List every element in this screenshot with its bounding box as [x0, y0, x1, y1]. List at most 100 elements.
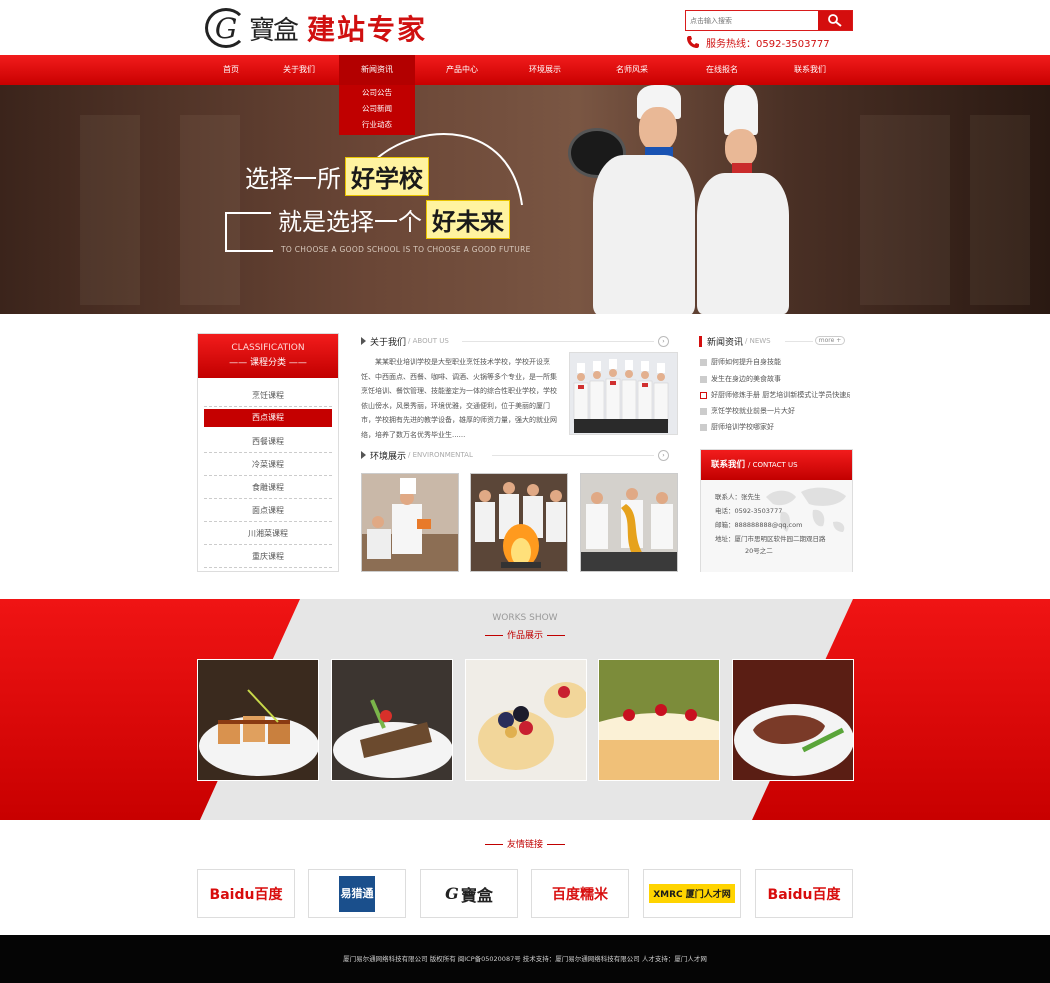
banner-slogan-1: 选择一所 好学校 [245, 157, 429, 196]
sidebar-title-en: CLASSIFICATION [231, 343, 305, 353]
bg-shelf [970, 115, 1030, 305]
news-more-label: more [818, 337, 835, 344]
logo[interactable]: G 寶盒 建站专家 [205, 6, 450, 50]
header: G 寶盒 建站专家 服务热线：0592-3503777 [0, 0, 1050, 55]
sidebar-header: CLASSIFICATION —— 课程分类 —— [198, 334, 338, 378]
nav-item-contact[interactable]: 联系我们 [778, 55, 842, 85]
title-marker [699, 335, 702, 347]
link-baohe[interactable]: G 寶盒 [420, 869, 518, 918]
banner-bracket [225, 250, 273, 252]
env-photo-1[interactable] [361, 473, 459, 572]
env-title-en: / ENVIRONMENTAL [408, 451, 473, 459]
sidebar-item-noodle[interactable]: 面点课程 [204, 499, 332, 522]
baohe-g-mark: G [445, 884, 459, 903]
news-item[interactable]: 烹饪学校就业前景一片大好 [700, 404, 850, 418]
nav-item-environment[interactable]: 环境展示 [513, 55, 577, 85]
news-title-en: / NEWS [745, 337, 771, 345]
nav-item-news[interactable]: 新闻资讯 [339, 55, 415, 85]
divider [492, 455, 654, 456]
works-title-en: WORKS SHOW [492, 613, 558, 623]
works-title-cn-text: 作品展示 [506, 631, 543, 641]
footer: 厦门易尔通网络科技有限公司 版权所有 闽ICP备05020087号 技术支持：厦… [0, 935, 1050, 983]
divider [462, 341, 654, 342]
contact-title: 联系我们 [711, 460, 746, 470]
banner-slogan-1-highlight: 好学校 [345, 157, 429, 196]
course-sidebar: CLASSIFICATION —— 课程分类 —— 烹饪课程 西点课程 西餐课程… [197, 333, 339, 572]
work-photo-2[interactable] [331, 659, 453, 781]
banner-slogan-2: 就是选择一个 好未来 [278, 200, 510, 239]
divider [785, 341, 813, 342]
baohe-logo: 寶盒 [460, 885, 493, 905]
contact-address: 地址：厦门市思明区软件园二期观日路 [715, 535, 826, 543]
nav-item-signup[interactable]: 在线报名 [690, 55, 754, 85]
more-arrow-icon[interactable]: › [658, 336, 669, 347]
sidebar-item-sichuan-hunan[interactable]: 川湘菜课程 [204, 522, 332, 545]
contact-box: 联系我们 / CONTACT US 联系人：张先生 电话：0592-350377… [700, 449, 853, 572]
xmrc-logo: XMRC 厦门人才网 [649, 884, 735, 903]
sidebar-item-cold-dish[interactable]: 冷菜课程 [204, 453, 332, 476]
link-xmrc[interactable]: XMRC 厦门人才网 [643, 869, 741, 918]
sidebar-item-cooking[interactable]: 烹饪课程 [204, 384, 332, 407]
bullet-icon [700, 391, 707, 399]
env-section-title: 环境展示 / ENVIRONMENTAL [361, 447, 473, 463]
news-item-title: 厨师如何提升自身技能 [711, 358, 781, 366]
news-dropdown-menu: 公司公告 公司新闻 行业动态 [339, 85, 415, 135]
about-text: 某某职业培训学校是大型职业烹饪技术学校，学校开设烹饪、中西面点、西餐、咖啡、调酒… [361, 358, 557, 439]
works-title-cn: 作品展示 [0, 628, 1050, 641]
page: G 寶盒 建站专家 服务热线：0592-3503777 首页 关于我们 新闻资讯… [0, 0, 1050, 983]
news-item-title: 烹饪学校就业前景一片大好 [711, 407, 795, 415]
link-baidu-2[interactable]: Baidu百度 [755, 869, 853, 918]
nav-item-home[interactable]: 首页 [205, 55, 257, 85]
news-item[interactable]: 厨师培训学校哪家好 [700, 420, 850, 434]
dropdown-item-announcement[interactable]: 公司公告 [339, 85, 415, 101]
news-more-button[interactable]: more + [815, 336, 845, 345]
bg-shelf [80, 115, 140, 305]
baidu-logo: Baidu百度 [767, 886, 841, 903]
yiertong-logo: 易猎通 [339, 875, 375, 912]
sidebar-item-western[interactable]: 西餐课程 [204, 430, 332, 453]
env-photo-2[interactable] [470, 473, 568, 572]
search-input[interactable] [686, 11, 819, 30]
dropdown-item-industry[interactable]: 行业动态 [339, 117, 415, 133]
work-photo-5[interactable] [732, 659, 854, 781]
link-baidu-1[interactable]: Baidu百度 [197, 869, 295, 918]
links-title: 友情链接 [0, 837, 1050, 850]
chef-male-illustration [585, 85, 695, 314]
hotline-text: 服务热线：0592-3503777 [706, 38, 830, 50]
work-photo-1[interactable] [197, 659, 319, 781]
news-item[interactable]: 厨师如何提升自身技能 [700, 355, 850, 369]
env-photo-3[interactable] [580, 473, 678, 572]
news-item[interactable]: 好厨师修炼手册 厨艺培训新模式让学员快速成长 [700, 388, 850, 402]
work-photo-4[interactable] [598, 659, 720, 781]
link-yiertong[interactable]: 易猎通 [308, 869, 406, 918]
nav-item-teachers[interactable]: 名师风采 [600, 55, 664, 85]
link-nuomi[interactable]: 百度糯米 [531, 869, 629, 918]
sidebar-item-carving[interactable]: 食雕课程 [204, 476, 332, 499]
sidebar-item-pastry[interactable]: 西点课程 [204, 409, 332, 427]
hero-banner[interactable]: 选择一所 好学校 就是选择一个 好未来 TO CHOOSE A GOOD SCH… [0, 85, 1050, 314]
news-item[interactable]: 发生在身边的美食故事 [700, 372, 850, 386]
nav-item-products[interactable]: 产品中心 [430, 55, 494, 85]
bullet-icon [700, 358, 707, 366]
sidebar-title-cn: —— 课程分类 —— [229, 358, 307, 368]
team-photo [569, 352, 678, 435]
env-title: 环境展示 [370, 451, 407, 462]
phone-icon [687, 36, 699, 48]
more-arrow-icon[interactable]: › [658, 450, 669, 461]
search-button[interactable] [818, 11, 852, 30]
work-photo-3[interactable] [465, 659, 587, 781]
baidu-logo: Baidu百度 [209, 886, 283, 903]
bg-shelf [860, 115, 950, 305]
bullet-icon [700, 375, 707, 383]
banner-slogan-2-highlight: 好未来 [426, 200, 510, 239]
banner-slogan-1-prefix: 选择一所 [245, 165, 341, 193]
logo-g-mark: G [205, 8, 247, 48]
sidebar-item-chongqing[interactable]: 重庆课程 [204, 545, 332, 568]
links-title-text: 友情链接 [506, 840, 543, 850]
banner-slogan-en: TO CHOOSE A GOOD SCHOOL IS TO CHOOSE A G… [281, 245, 531, 254]
nav-item-about[interactable]: 关于我们 [270, 55, 328, 85]
search-icon [828, 14, 842, 27]
arrow-icon [361, 337, 366, 345]
contact-person: 联系人：张先生 [715, 493, 761, 501]
dropdown-item-company-news[interactable]: 公司新闻 [339, 101, 415, 117]
